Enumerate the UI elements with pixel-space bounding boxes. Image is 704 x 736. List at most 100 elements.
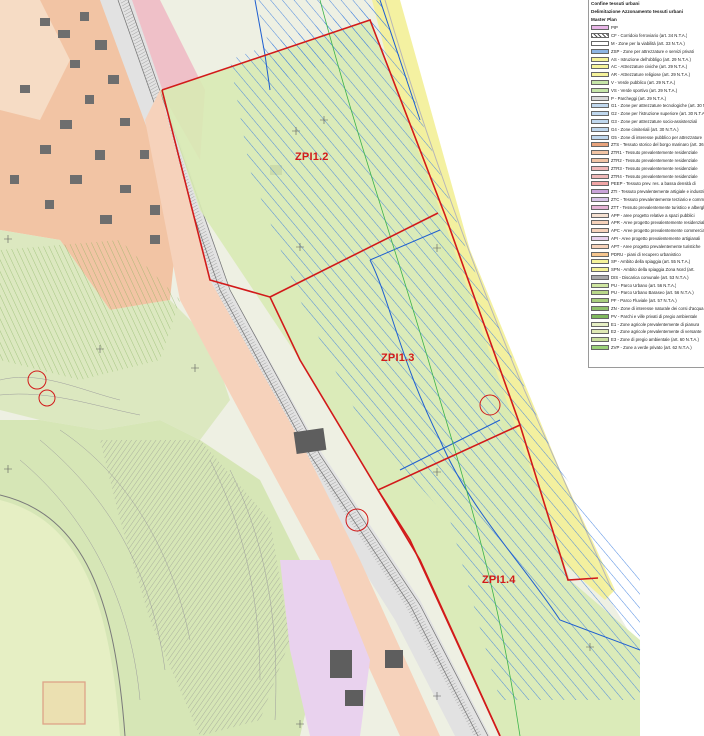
legend-label: E1 - Zone agricole prevalentemente di pi… [611, 321, 700, 327]
legend-label: ZTC - Tessuto prevalentemente terziario … [611, 196, 704, 202]
legend-item: DIS - Discarica comunale (art. 53 N.T.A.… [589, 274, 704, 282]
legend-top-line-1: Confine tessuti urbani [591, 1, 640, 6]
legend-swatch [591, 25, 609, 31]
legend-item: PU - Parco Urbano (art. 56 N.T.A.) [589, 281, 704, 289]
legend-label: PV - Parchi e ville privati di pregio am… [611, 313, 698, 319]
map-legend: Confine tessuti urbani Delimitazione Azz… [588, 0, 704, 368]
legend-item: G1 - Zone per attrezzature tecnologiche … [589, 102, 704, 110]
legend-item: V - Verde pubblico (art. 29 N.T.A.) [589, 79, 704, 87]
legend-swatch [591, 134, 609, 140]
legend-label: AC - Attrezzature civiche (art. 29 N.T.A… [611, 64, 688, 70]
legend-item: ZTT - Tessuto prevalentemente turistico … [589, 203, 704, 211]
legend-item: PF - Parco Fluviale (art. 57 N.T.A.) [589, 297, 704, 305]
zpi-label-central: ZPI1.3 [381, 352, 415, 364]
legend-swatch [591, 345, 609, 351]
legend-item: APR - Aree progetto prevalentemente resi… [589, 219, 704, 227]
legend-top-line-2: Delimitazione Azzonamento tessuti urbani [591, 9, 683, 14]
legend-swatch [591, 103, 609, 109]
legend-label: E3 - Zone di pregio ambientale (art. 60 … [611, 337, 699, 343]
legend-item: AC - Attrezzature civiche (art. 29 N.T.A… [589, 63, 704, 71]
legend-swatch [591, 313, 609, 319]
legend-swatch [591, 196, 609, 202]
legend-swatch [591, 64, 609, 70]
legend-label: ZTS - Tessuto storico del borgo marinaro… [611, 142, 704, 148]
legend-label: ZN - Zone di interesse naturale dei cors… [611, 306, 704, 312]
legend-swatch [591, 189, 609, 195]
legend-item: CF - Corridoio ferroviario (art. 34 N.T.… [589, 32, 704, 40]
legend-item: G3 - Zone per attrezzature socio-assiste… [589, 118, 704, 126]
legend-item: ZTC - Tessuto prevalentemente terziario … [589, 196, 704, 204]
legend-item: PIP [589, 24, 704, 32]
legend-item: APT - Aree progetto prevalentemente turi… [589, 242, 704, 250]
legend-header: Master Plan [591, 17, 617, 22]
legend-item: PDRU - piani di recupero urbanistico [589, 250, 704, 258]
legend-swatch [591, 118, 609, 124]
legend-label: APT - Aree progetto prevalentemente turi… [611, 243, 701, 249]
legend-label: M - Zone per la viabilità (art. 33 N.T.A… [611, 40, 685, 46]
legend-label: ZTR1 - Tessuto prevalentemente residenzi… [611, 150, 698, 156]
legend-label: AR - Attrezzature religiose (art. 29 N.T… [611, 72, 691, 78]
legend-label: PU - Parco Urbano Baraseo (art. 56 N.T.A… [611, 290, 694, 296]
legend-label: V - Verde pubblico (art. 29 N.T.A.) [611, 79, 676, 85]
legend-label: ZTR4 - Tessuto prevalentemente residenzi… [611, 173, 698, 179]
legend-item: ZVP - Zone a verde privato (art. 62 N.T.… [589, 344, 704, 352]
legend-label: APR - Aree progetto prevalentemente resi… [611, 220, 704, 226]
legend-label: PIP [611, 25, 618, 31]
legend-item: G5 - Zone di interesse pubblico per attr… [589, 133, 704, 141]
legend-item: E1 - Zone agricole prevalentemente di pi… [589, 320, 704, 328]
legend-swatch [591, 329, 609, 335]
legend-item: VS - Verde sportivo (art. 29 N.T.A.) [589, 86, 704, 94]
legend-swatch [591, 290, 609, 296]
legend-label: G1 - Zone per attrezzature tecnologiche … [611, 103, 704, 109]
legend-label: G5 - Zone di interesse pubblico per attr… [611, 134, 702, 140]
legend-item: PEEP - Tessuto prev. res. a bassa densit… [589, 180, 704, 188]
legend-swatch [591, 150, 609, 156]
map-viewer[interactable]: ZPI1.2 ZPI1.3 ZPI1.4 Confine tessuti urb… [0, 0, 704, 736]
legend-label: AS - Istruzione dell'obbligo (art. 29 N.… [611, 56, 691, 62]
legend-label: SPN - Ambito della spiaggia Zona Nord (a… [611, 267, 695, 273]
legend-swatch [591, 87, 609, 93]
legend-swatch [591, 48, 609, 54]
legend-item: G4 - Zone cimiteriali (art. 30 N.T.A.) [589, 125, 704, 133]
legend-item: AS - Istruzione dell'obbligo (art. 29 N.… [589, 55, 704, 63]
legend-item: ZN - Zone di interesse naturale dei cors… [589, 305, 704, 313]
legend-item: M - Zone per la viabilità (art. 33 N.T.A… [589, 40, 704, 48]
legend-swatch [591, 220, 609, 226]
legend-label: API - Aree progetto prevalentemente arti… [611, 235, 701, 241]
legend-item: P - Parcheggi (art. 29 N.T.A.) [589, 94, 704, 102]
legend-swatch [591, 165, 609, 171]
legend-item: ZTI - Tessuto prevalentemente artigiale … [589, 188, 704, 196]
legend-swatch [591, 79, 609, 85]
legend-swatch [591, 212, 609, 218]
legend-swatch [591, 40, 609, 46]
legend-item: APP - aree progetto relative a spazi pub… [589, 211, 704, 219]
legend-item: ZTS - Tessuto storico del borgo marinaro… [589, 141, 704, 149]
legend-label: ZSP - Zone per attrezzature e servizi pr… [611, 48, 694, 54]
legend-swatch [591, 321, 609, 327]
legend-label: CF - Corridoio ferroviario (art. 34 N.T.… [611, 33, 688, 39]
legend-label: APP - aree progetto relative a spazi pub… [611, 212, 695, 218]
legend-item: ZTR1 - Tessuto prevalentemente residenzi… [589, 149, 704, 157]
legend-swatch [591, 111, 609, 117]
legend-swatch [591, 259, 609, 265]
legend-label: PU - Parco Urbano (art. 56 N.T.A.) [611, 282, 677, 288]
legend-swatch [591, 95, 609, 101]
legend-item: E2 - Zone agricole prevalentemente di ve… [589, 328, 704, 336]
legend-swatch [591, 337, 609, 343]
legend-swatch [591, 56, 609, 62]
pdru-square [42, 681, 86, 725]
legend-label: PEEP - Tessuto prev. res. a bassa densit… [611, 181, 696, 187]
legend-swatch [591, 157, 609, 163]
legend-swatch [591, 142, 609, 148]
legend-swatch [591, 251, 609, 257]
legend-swatch [591, 173, 609, 179]
legend-label: VS - Verde sportivo (art. 29 N.T.A.) [611, 87, 678, 93]
legend-label: G2 - Zone per l'istruzione superiore (ar… [611, 111, 704, 117]
legend-swatch [591, 33, 609, 39]
legend-label: P - Parcheggi (art. 29 N.T.A.) [611, 95, 667, 101]
legend-item: ZTR4 - Tessuto prevalentemente residenzi… [589, 172, 704, 180]
legend-item: G2 - Zone per l'istruzione superiore (ar… [589, 110, 704, 118]
legend-label: PDRU - piani di recupero urbanistico [611, 251, 681, 257]
legend-label: ZTR3 - Tessuto prevalentemente residenzi… [611, 165, 698, 171]
zpi-label-north: ZPI1.2 [295, 151, 329, 163]
